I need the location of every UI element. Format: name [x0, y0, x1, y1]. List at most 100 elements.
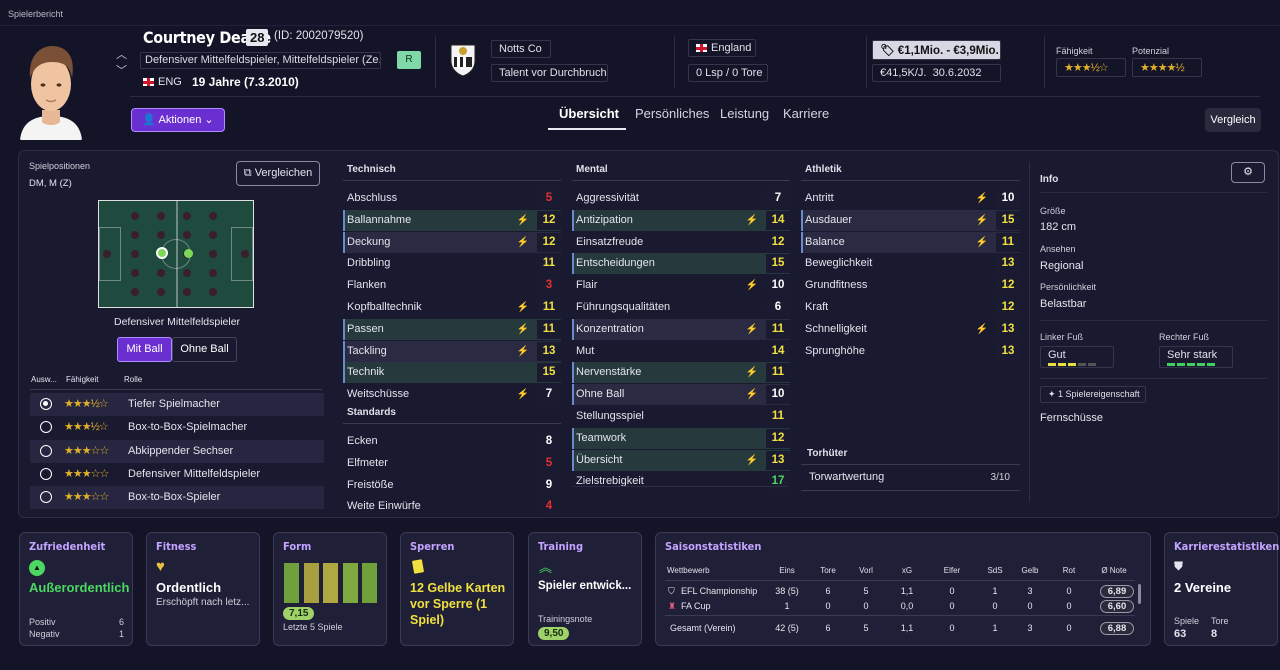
- attribute-value: 6: [766, 298, 790, 317]
- attribute-value: 13: [996, 341, 1020, 361]
- attribute-row[interactable]: Grundfitness 12: [801, 275, 1020, 296]
- wage-contract: €41,5K/J. 30.6.2032: [872, 64, 1001, 82]
- attribute-row[interactable]: Schnelligkeit ⚡ 13: [801, 319, 1020, 340]
- role-radio[interactable]: [40, 398, 52, 410]
- goalkeeper-row[interactable]: Torwartwertung 3/10: [801, 467, 1020, 488]
- attribute-name: Ohne Ball: [576, 388, 625, 401]
- attribute-row[interactable]: Deckung ⚡ 12: [343, 231, 561, 253]
- attribute-row[interactable]: Passen ⚡ 11: [343, 318, 561, 340]
- role-radio[interactable]: [40, 421, 52, 434]
- attribute-row[interactable]: Sprunghöhe 13: [801, 341, 1020, 362]
- stat-value: 1: [784, 601, 790, 611]
- attribute-row[interactable]: Beweglichkeit 13: [801, 253, 1020, 274]
- attribute-row[interactable]: Ausdauer ⚡ 15: [801, 209, 1020, 231]
- tab-persoenliches[interactable]: Persönliches: [635, 106, 709, 121]
- attribute-row[interactable]: Kraft 12: [801, 297, 1020, 318]
- role-row[interactable]: ★★★☆☆ Box-to-Box-Spieler: [30, 486, 324, 510]
- stat-value: 0: [1027, 601, 1033, 611]
- attribute-row[interactable]: Aggressivität 7: [572, 188, 790, 209]
- card-sperren[interactable]: Sperren 12 Gelbe Karten vor Sperre (1 Sp…: [400, 532, 514, 646]
- left-foot-label: Linker Fuß: [1040, 332, 1084, 342]
- tab-leistung[interactable]: Leistung: [720, 106, 769, 121]
- traits-button[interactable]: ✦ 1 Spielereigenschaft: [1040, 386, 1146, 403]
- attribute-row[interactable]: Zielstrebigkeit 17: [572, 471, 790, 492]
- attribute-row[interactable]: Elfmeter 5: [343, 453, 561, 474]
- attribute-row[interactable]: Entscheidungen 15: [572, 253, 790, 275]
- card-zufriedenheit[interactable]: Zufriedenheit ▲ Außerordentlich Positiv …: [19, 532, 133, 646]
- prev-player-icon[interactable]: ︿: [116, 46, 127, 62]
- with-ball-toggle[interactable]: Mit Ball: [117, 337, 172, 362]
- card-training[interactable]: Training ︽ Spieler entwick... Trainingsn…: [528, 532, 642, 646]
- role-row[interactable]: ★★★☆☆ Abkippender Sechser: [30, 439, 324, 463]
- nation-box[interactable]: England: [688, 39, 756, 57]
- position-dot: [157, 269, 165, 277]
- attribute-row[interactable]: Dribbling 11: [343, 253, 561, 274]
- stat-value: 3: [1027, 586, 1033, 596]
- attribute-name: Deckung: [347, 235, 391, 248]
- attribute-row[interactable]: Kopfballtechnik ⚡ 11: [343, 297, 561, 318]
- role-radio[interactable]: [40, 444, 52, 457]
- role-stars: ★★★½☆: [64, 398, 109, 410]
- attribute-row[interactable]: Flanken 3: [343, 275, 561, 296]
- attribute-row[interactable]: Führungsqualitäten 6: [572, 297, 790, 318]
- transfer-value[interactable]: 🏷 €1,1Mio. - €3,9Mio.: [872, 40, 1001, 60]
- club-name[interactable]: Notts Co: [491, 40, 551, 58]
- stat-value: 1,1: [900, 623, 914, 633]
- attribute-row[interactable]: Technik 15: [343, 362, 561, 384]
- attribute-name: Balance: [805, 235, 845, 248]
- nation-apps: 0 Lsp / 0 Tore: [688, 64, 768, 82]
- role-radio[interactable]: [40, 491, 52, 504]
- position-dot: [209, 269, 217, 277]
- stat-header: Rot: [1062, 566, 1076, 575]
- compare-icon: ⧉: [243, 167, 255, 179]
- attribute-row[interactable]: Übersicht ⚡ 13: [572, 449, 790, 471]
- scrollbar[interactable]: [1138, 584, 1141, 604]
- attribute-row[interactable]: Stellungsspiel 11: [572, 406, 790, 427]
- attribute-row[interactable]: Freistöße 9: [343, 475, 561, 496]
- card-fitness[interactable]: Fitness ♥ Ordentlich Erschöpft nach letz…: [146, 532, 260, 646]
- role-row[interactable]: ★★★½☆ Tiefer Spielmacher: [30, 393, 324, 416]
- card-karriere[interactable]: Karrierestatistiken ⛊ 2 Vereine Spiele 6…: [1164, 532, 1279, 646]
- attribute-row[interactable]: Teamwork 12: [572, 427, 790, 449]
- role-row[interactable]: ★★★☆☆ Defensiver Mittelfeldspieler: [30, 463, 324, 486]
- attribute-row[interactable]: Antizipation ⚡ 14: [572, 209, 790, 231]
- actions-button[interactable]: 👤 Aktionen ⌄: [131, 108, 225, 132]
- stat-value: 5: [863, 623, 869, 633]
- role-row[interactable]: ★★★½☆ Box-to-Box-Spielmacher: [30, 416, 324, 439]
- next-player-icon[interactable]: ﹀: [116, 62, 127, 78]
- settings-icon[interactable]: ⚙: [1231, 162, 1265, 183]
- compare-positions-button[interactable]: ⧉ Vergleichen: [236, 161, 320, 186]
- tab-karriere[interactable]: Karriere: [783, 106, 829, 121]
- without-ball-toggle[interactable]: Ohne Ball: [172, 337, 237, 362]
- card-form[interactable]: Form 7,15 Letzte 5 Spiele: [273, 532, 387, 646]
- position-dot: [157, 288, 165, 296]
- attribute-row[interactable]: Einsatzfreude 12: [572, 232, 790, 253]
- role-radio[interactable]: [40, 467, 52, 480]
- england-flag-icon: [696, 44, 707, 53]
- form-bar: [362, 563, 377, 603]
- player-id: (ID: 2002079520): [274, 30, 364, 42]
- attribute-row[interactable]: Ohne Ball ⚡ 10: [572, 384, 790, 406]
- tab-uebersicht[interactable]: Übersicht: [559, 106, 619, 121]
- attribute-row[interactable]: Ballannahme ⚡ 12: [343, 209, 561, 231]
- role-stars: ★★★☆☆: [64, 491, 109, 504]
- attribute-row[interactable]: Mut 14: [572, 341, 790, 362]
- club-crest-icon[interactable]: [449, 41, 477, 80]
- attribute-name: Stellungsspiel: [576, 410, 644, 422]
- compare-button[interactable]: Vergleich: [1205, 108, 1261, 132]
- position-dot: [209, 288, 217, 296]
- attribute-row[interactable]: Tackling ⚡ 13: [343, 340, 561, 362]
- attribute-row[interactable]: Flair ⚡ 10: [572, 275, 790, 296]
- attribute-row[interactable]: Weitschüsse ⚡ 7: [343, 384, 561, 405]
- attribute-row[interactable]: Abschluss 5: [343, 188, 561, 209]
- position-dot-main: [156, 247, 168, 259]
- attribute-row[interactable]: Balance ⚡ 11: [801, 231, 1020, 253]
- attribute-name: Kraft: [805, 301, 829, 313]
- ability-stars: ★★★½☆: [1056, 58, 1126, 77]
- attribute-row[interactable]: Antritt ⚡ 10: [801, 188, 1020, 209]
- attribute-row[interactable]: Konzentration ⚡ 11: [572, 318, 790, 340]
- attribute-row[interactable]: Ecken 8: [343, 431, 561, 452]
- attribute-row[interactable]: Nervenstärke ⚡ 11: [572, 362, 790, 384]
- reputation-label: Ansehen: [1040, 244, 1076, 254]
- attribute-row[interactable]: Weite Einwürfe 4: [343, 496, 561, 517]
